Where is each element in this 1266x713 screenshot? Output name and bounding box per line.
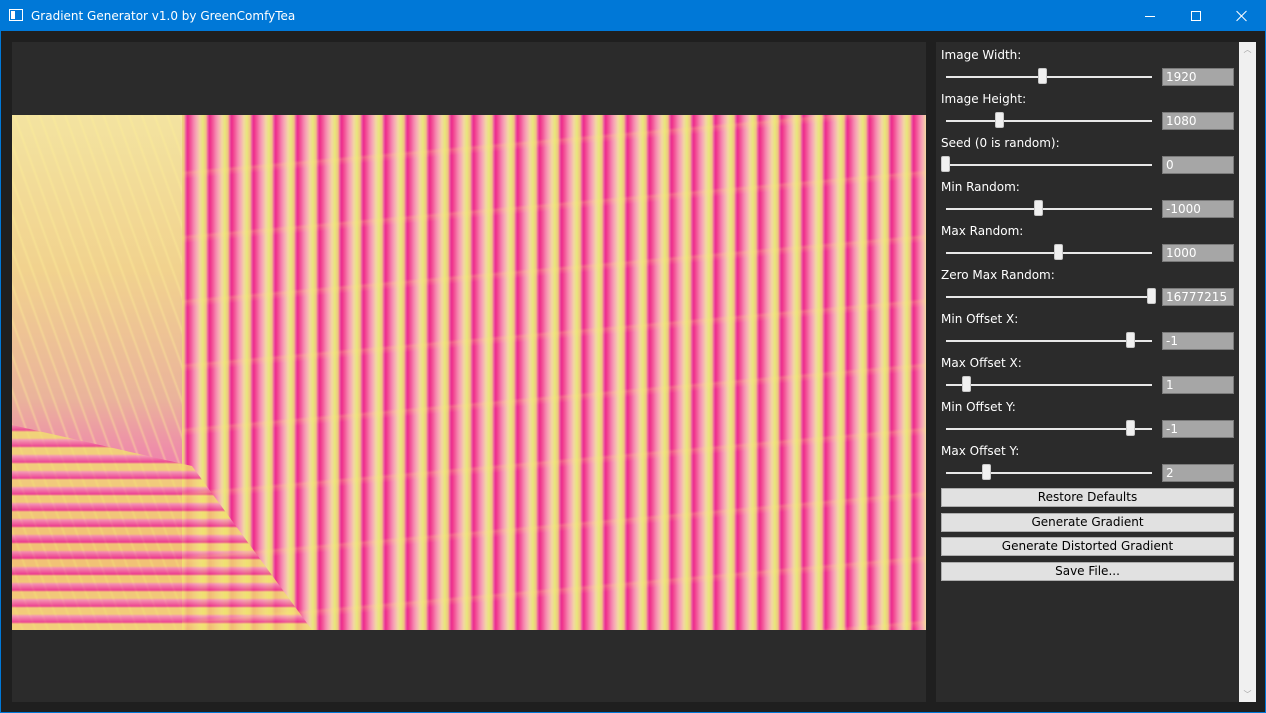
minimize-button[interactable] — [1127, 1, 1173, 31]
restore-defaults-button[interactable]: Restore Defaults — [941, 488, 1234, 507]
zero-max-random-value-input[interactable] — [1162, 288, 1234, 306]
image-width-value-input[interactable] — [1162, 68, 1234, 86]
seed-0-is-random-value-input[interactable] — [1162, 156, 1234, 174]
slider-track[interactable] — [946, 252, 1152, 254]
slider-track[interactable] — [946, 384, 1152, 386]
window-title: Gradient Generator v1.0 by GreenComfyTea — [31, 9, 296, 23]
max-offset-y-label: Max Offset Y: — [941, 444, 1020, 458]
min-random-value-input[interactable] — [1162, 200, 1234, 218]
slider-thumb[interactable] — [1147, 288, 1156, 304]
app-window: Gradient Generator v1.0 by GreenComfyTea… — [0, 0, 1266, 713]
slider-thumb[interactable] — [1033, 200, 1043, 216]
slider-track[interactable] — [946, 340, 1152, 342]
close-button[interactable] — [1219, 1, 1265, 31]
slider-track[interactable] — [946, 472, 1152, 474]
max-offset-y-value-input[interactable] — [1162, 464, 1234, 482]
app-icon — [9, 9, 23, 21]
max-random-label: Max Random: — [941, 224, 1024, 238]
max-random-slider[interactable] — [946, 243, 1152, 263]
title-bar[interactable]: Gradient Generator v1.0 by GreenComfyTea — [1, 1, 1265, 31]
image-height-label: Image Height: — [941, 92, 1027, 106]
image-height-value-input[interactable] — [1162, 112, 1234, 130]
generate-gradient-button[interactable]: Generate Gradient — [941, 513, 1234, 532]
max-offset-x-slider[interactable] — [946, 375, 1152, 395]
slider-track[interactable] — [946, 296, 1152, 298]
slider-thumb[interactable] — [1126, 420, 1136, 436]
min-offset-x-value-input[interactable] — [1162, 332, 1234, 350]
slider-thumb[interactable] — [982, 464, 992, 480]
settings-panel: Restore Defaults Generate Gradient Gener… — [936, 42, 1239, 702]
slider-track[interactable] — [946, 428, 1152, 430]
min-offset-y-label: Min Offset Y: — [941, 400, 1016, 414]
min-random-slider[interactable] — [946, 199, 1152, 219]
slider-track[interactable] — [946, 208, 1152, 210]
zero-max-random-slider[interactable] — [946, 287, 1156, 307]
slider-track[interactable] — [946, 164, 1152, 166]
image-height-slider[interactable] — [946, 111, 1152, 131]
image-width-slider[interactable] — [946, 67, 1152, 87]
max-offset-y-slider[interactable] — [946, 463, 1152, 483]
min-offset-y-slider[interactable] — [946, 419, 1152, 439]
maximize-icon — [1191, 11, 1201, 21]
max-offset-x-label: Max Offset X: — [941, 356, 1022, 370]
seed-0-is-random-label: Seed (0 is random): — [941, 136, 1060, 150]
vertical-scrollbar[interactable]: ︿ ﹀ — [1239, 42, 1256, 702]
min-random-label: Min Random: — [941, 180, 1020, 194]
generate-distorted-gradient-button[interactable]: Generate Distorted Gradient — [941, 537, 1234, 556]
save-file-button[interactable]: Save File... — [941, 562, 1234, 581]
max-offset-x-value-input[interactable] — [1162, 376, 1234, 394]
preview-panel — [12, 42, 926, 702]
minimize-icon — [1145, 16, 1155, 17]
chevron-down-icon[interactable]: ﹀ — [1243, 690, 1252, 699]
seed-0-is-random-slider[interactable] — [941, 155, 1152, 175]
slider-thumb[interactable] — [1126, 332, 1136, 348]
slider-track[interactable] — [946, 76, 1152, 78]
slider-track[interactable] — [946, 120, 1152, 122]
chevron-up-icon[interactable]: ︿ — [1243, 45, 1252, 54]
slider-thumb[interactable] — [941, 156, 950, 172]
min-offset-y-value-input[interactable] — [1162, 420, 1234, 438]
preview-wave-overlay — [182, 115, 926, 630]
slider-thumb[interactable] — [1054, 244, 1064, 260]
maximize-button[interactable] — [1173, 1, 1219, 31]
slider-thumb[interactable] — [961, 376, 971, 392]
gradient-preview-image — [12, 115, 926, 630]
min-offset-x-slider[interactable] — [946, 331, 1152, 351]
min-offset-x-label: Min Offset X: — [941, 312, 1019, 326]
close-icon — [1236, 10, 1248, 22]
image-width-label: Image Width: — [941, 48, 1022, 62]
zero-max-random-label: Zero Max Random: — [941, 268, 1055, 282]
max-random-value-input[interactable] — [1162, 244, 1234, 262]
slider-thumb[interactable] — [1037, 68, 1047, 84]
slider-thumb[interactable] — [994, 112, 1004, 128]
